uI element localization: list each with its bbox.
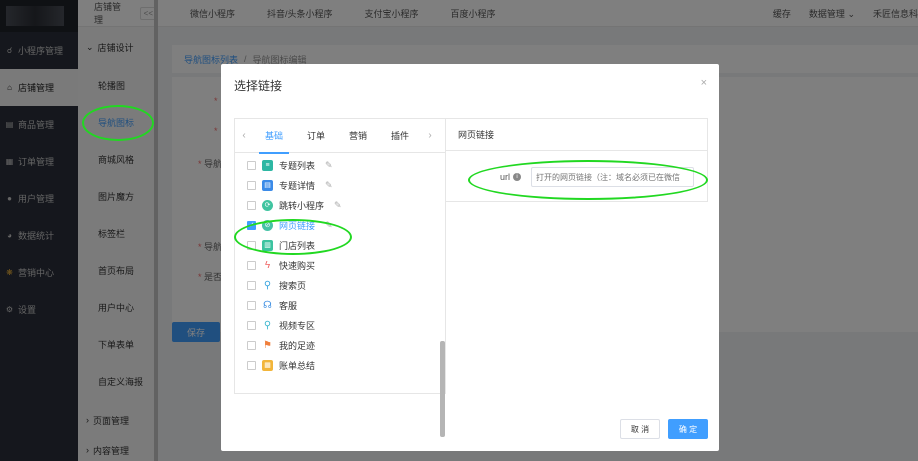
dialog-title: 选择链接 — [234, 79, 283, 93]
chevron-left-icon[interactable]: ‹ — [235, 130, 253, 141]
link-label: 网页链接 — [279, 220, 316, 231]
link-label: 跳转小程序 — [279, 200, 325, 211]
jump-mini-program-icon: ⟳ — [262, 199, 273, 211]
checkbox[interactable] — [247, 280, 256, 290]
checkbox[interactable] — [247, 360, 256, 370]
edit-icon[interactable]: ✎ — [325, 180, 333, 191]
list-scrollbar[interactable] — [440, 341, 445, 437]
topic-list-icon: ≡ — [262, 159, 273, 171]
link-list-panel: ‹ 基础 订单 营销 插件 › ≡ 专题列表 ✎ ▤ 专题详情 ✎ ⟳ 跳转小程序 ✎ ✓ ⊘… — [234, 118, 446, 437]
link-label: 门店列表 — [279, 240, 316, 251]
link-tabs: ‹ 基础 订单 营销 插件 › — [235, 119, 445, 154]
link-label: 专题详情 — [279, 180, 316, 191]
link-label: 我的足迹 — [279, 340, 316, 351]
link-label: 专题列表 — [279, 160, 316, 171]
list-item[interactable]: ▥ 门店列表 — [235, 235, 433, 255]
list-item[interactable]: ϟ 快速购买 — [235, 255, 433, 275]
info-icon[interactable]: i — [513, 173, 522, 181]
checkbox[interactable] — [247, 320, 256, 330]
flag-icon: ⚑ — [263, 339, 272, 351]
edit-icon[interactable]: ✎ — [325, 160, 333, 171]
link-label: 快速购买 — [279, 260, 316, 271]
checkbox[interactable] — [247, 340, 256, 350]
select-link-dialog: 选择链接 × ‹ 基础 订单 营销 插件 › ≡ 专题列表 ✎ ▤ 专题详情 ✎ ⟳ 跳转… — [221, 64, 719, 451]
tab-orders[interactable]: 订单 — [295, 119, 337, 153]
list-item[interactable]: ✓ ⊘ 网页链接 ✎ — [235, 215, 433, 235]
topic-detail-icon: ▤ — [262, 179, 273, 191]
headset-icon: ☊ — [263, 299, 272, 311]
url-input[interactable] — [531, 167, 694, 187]
tab-basic[interactable]: 基础 — [253, 119, 295, 154]
search-icon: ⚲ — [263, 279, 272, 291]
chevron-right-icon[interactable]: › — [421, 130, 439, 141]
checkbox[interactable] — [247, 260, 256, 270]
list-item[interactable]: ▦ 账单总结 — [235, 355, 433, 375]
checkbox[interactable] — [247, 240, 256, 250]
link-label: 视频专区 — [279, 320, 316, 331]
link-list: ≡ 专题列表 ✎ ▤ 专题详情 ✎ ⟳ 跳转小程序 ✎ ✓ ⊘ 网页链接 ✎ ▥ 门店列表 ϟ 快速购… — [235, 153, 433, 393]
link-label: 客服 — [279, 300, 298, 311]
url-label: url i — [500, 172, 522, 182]
tab-plugins[interactable]: 插件 — [379, 119, 421, 153]
checkbox[interactable] — [247, 300, 256, 310]
link-label: 搜索页 — [279, 280, 307, 291]
checkbox[interactable] — [247, 200, 256, 210]
config-title: 网页链接 — [446, 119, 707, 151]
confirm-button[interactable]: 确 定 — [668, 419, 708, 439]
checkbox-checked[interactable]: ✓ — [247, 220, 256, 230]
tab-marketing[interactable]: 营销 — [337, 119, 379, 153]
list-item[interactable]: ⟳ 跳转小程序 ✎ — [235, 195, 433, 215]
checkbox[interactable] — [247, 180, 256, 190]
edit-icon[interactable]: ✎ — [325, 220, 333, 231]
link-label: 账单总结 — [279, 360, 316, 371]
cancel-button[interactable]: 取 消 — [620, 419, 660, 439]
list-item[interactable]: ≡ 专题列表 ✎ — [235, 155, 433, 175]
edit-icon[interactable]: ✎ — [334, 200, 342, 211]
list-item[interactable]: ⚲ 视频专区 — [235, 315, 433, 335]
lightning-icon: ϟ — [264, 259, 271, 271]
list-item[interactable]: ⚑ 我的足迹 — [235, 335, 433, 355]
web-link-icon: ⊘ — [262, 219, 273, 231]
store-list-icon: ▥ — [262, 239, 273, 251]
list-item[interactable]: ▤ 专题详情 ✎ — [235, 175, 433, 195]
list-item[interactable]: ☊ 客服 — [235, 295, 433, 315]
checkbox[interactable] — [247, 160, 256, 170]
close-icon[interactable]: × — [701, 77, 707, 89]
link-config-panel: 网页链接 url i — [446, 118, 708, 202]
video-search-icon: ⚲ — [263, 319, 272, 331]
list-item[interactable]: ⚲ 搜索页 — [235, 275, 433, 295]
bill-icon: ▦ — [262, 359, 273, 371]
